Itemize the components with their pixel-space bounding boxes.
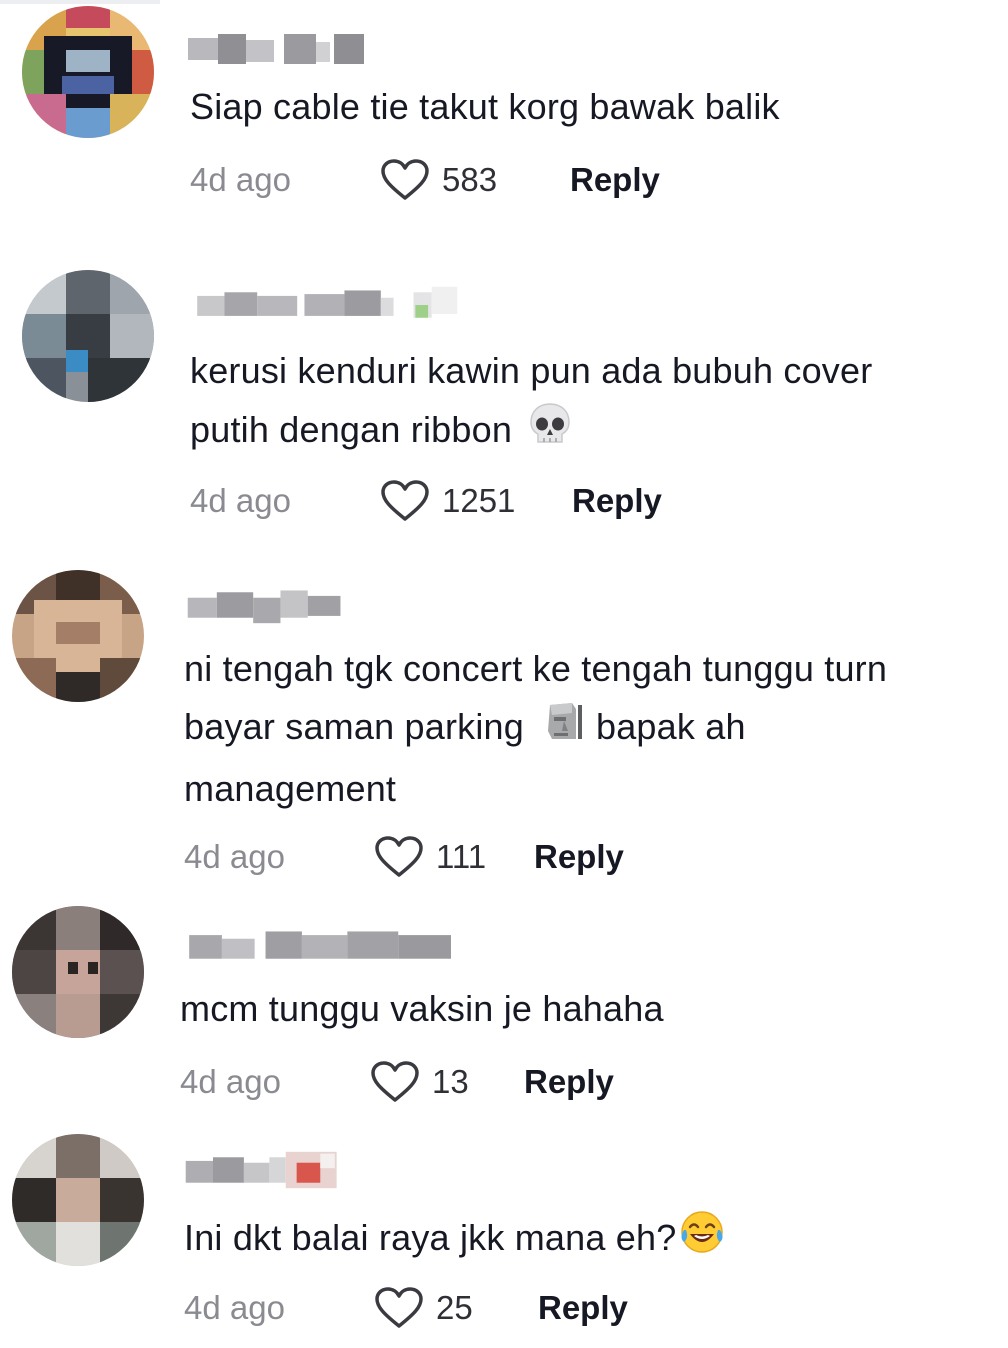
comment-item: ni tengah tgk concert ke tengah tunggu t… xyxy=(0,560,1008,900)
reply-button[interactable]: Reply xyxy=(524,1063,614,1101)
heart-icon[interactable] xyxy=(380,158,430,202)
comment-meta: 4d ago 1251 Reply xyxy=(190,476,662,526)
comment-text: Siap cable tie takut korg bawak balik xyxy=(190,78,780,136)
comment-text: ni tengah tgk concert ke tengah tunggu t… xyxy=(184,640,887,818)
heart-icon[interactable] xyxy=(374,835,424,879)
tears-of-joy-emoji-icon xyxy=(678,1208,726,1273)
pixelated-avatar-image xyxy=(22,270,154,402)
comment-text: mcm tunggu vaksin je hahaha xyxy=(180,980,664,1038)
timestamp: 4d ago xyxy=(190,482,291,519)
username-redacted[interactable] xyxy=(176,926,466,966)
heart-icon[interactable] xyxy=(380,479,430,523)
avatar[interactable] xyxy=(12,906,144,1038)
like-count: 583 xyxy=(442,161,498,198)
pixelated-avatar-image xyxy=(22,6,154,138)
avatar[interactable] xyxy=(22,6,154,138)
comment-text-line: Ini dkt balai raya jkk mana eh? xyxy=(184,1217,677,1259)
comment-meta: 4d ago 583 Reply xyxy=(190,155,660,205)
comment-text-line: bapak ah xyxy=(595,706,746,747)
comment-item: Siap cable tie takut korg bawak balik 4d… xyxy=(0,0,1008,250)
like-button[interactable]: 1251 xyxy=(380,479,570,523)
timestamp: 4d ago xyxy=(180,1063,281,1100)
heart-icon[interactable] xyxy=(374,1286,424,1330)
comment-text: Ini dkt balai raya jkk mana eh? xyxy=(184,1208,726,1273)
like-count: 1251 xyxy=(442,482,516,519)
reply-button[interactable]: Reply xyxy=(534,838,624,876)
username-redacted[interactable] xyxy=(184,285,474,325)
like-button[interactable]: 111 xyxy=(374,835,534,879)
moai-emoji-icon xyxy=(542,699,586,760)
like-button[interactable]: 583 xyxy=(380,158,570,202)
comment-text-line-wrap: putih dengan ribbon xyxy=(190,400,872,465)
comment-text-line: mcm tunggu vaksin je hahaha xyxy=(180,988,664,1029)
comment-item: Ini dkt balai raya jkk mana eh? 4d ago 2… xyxy=(0,1128,1008,1348)
pixelated-avatar-image xyxy=(12,1134,144,1266)
reply-button[interactable]: Reply xyxy=(570,161,660,199)
like-count: 25 xyxy=(436,1289,473,1326)
comment-text-line: bayar saman parking xyxy=(184,706,524,747)
username-redacted[interactable] xyxy=(188,30,370,70)
timestamp: 4d ago xyxy=(184,1289,285,1326)
comment-meta: 4d ago 25 Reply xyxy=(184,1283,628,1333)
comment-text-line: kerusi kenduri kawin pun ada bubuh cover xyxy=(190,350,873,391)
comment-text-line: putih dengan ribbon xyxy=(190,409,513,451)
username-redacted[interactable] xyxy=(180,585,350,625)
username-redacted[interactable] xyxy=(178,1150,348,1190)
pixelated-avatar-image xyxy=(12,906,144,1038)
like-button[interactable]: 25 xyxy=(374,1286,538,1330)
comment-text-line: management xyxy=(184,767,397,809)
reply-button[interactable]: Reply xyxy=(538,1289,628,1327)
pixelated-avatar-image xyxy=(12,570,144,702)
comment-text-line: Siap cable tie takut korg bawak balik xyxy=(190,86,780,127)
like-button[interactable]: 13 xyxy=(370,1060,524,1104)
comment-text-line: ni tengah tgk concert ke tengah tunggu t… xyxy=(184,648,888,689)
comment-meta: 4d ago 111 Reply xyxy=(184,832,624,882)
avatar[interactable] xyxy=(22,270,154,402)
comment-item: mcm tunggu vaksin je hahaha 4d ago 13 Re… xyxy=(0,900,1008,1130)
skull-emoji-icon xyxy=(526,400,574,465)
avatar[interactable] xyxy=(12,570,144,702)
comment-item: kerusi kenduri kawin pun ada bubuh cover… xyxy=(0,260,1008,560)
comment-text-line-wrap: bayar saman parking bapak ah xyxy=(184,698,887,760)
heart-icon[interactable] xyxy=(370,1060,420,1104)
comment-meta: 4d ago 13 Reply xyxy=(180,1057,614,1107)
timestamp: 4d ago xyxy=(190,161,291,198)
avatar[interactable] xyxy=(12,1134,144,1266)
comment-text: kerusi kenduri kawin pun ada bubuh cover… xyxy=(190,342,872,465)
like-count: 13 xyxy=(432,1063,469,1100)
reply-button[interactable]: Reply xyxy=(572,482,662,520)
timestamp: 4d ago xyxy=(184,838,285,875)
like-count: 111 xyxy=(436,838,487,875)
